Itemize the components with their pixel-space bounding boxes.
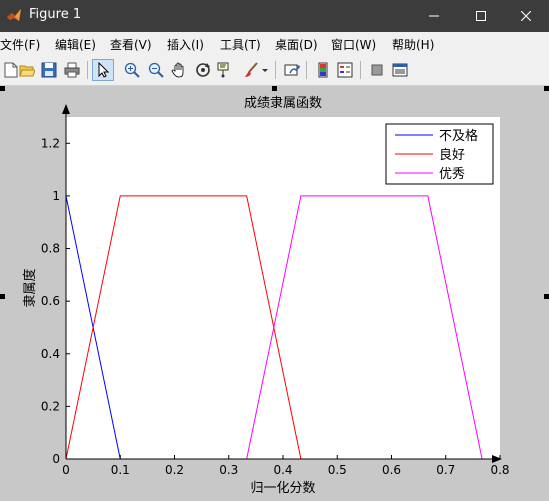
- pan-hand-icon: [171, 62, 184, 78]
- y-tick-label: 1.2: [41, 136, 60, 150]
- x-tick-label: 0.8: [490, 463, 509, 477]
- print-button[interactable]: [61, 59, 83, 81]
- close-icon: [521, 11, 531, 21]
- rotate-3d-icon: [196, 63, 210, 77]
- legend-icon: [337, 62, 353, 78]
- save-button[interactable]: [38, 59, 60, 81]
- link-plot-button[interactable]: [281, 59, 303, 81]
- show-plot-tools-button[interactable]: [389, 59, 411, 81]
- pan-button[interactable]: [168, 59, 190, 81]
- y-axis-label: 隶属度: [22, 268, 38, 307]
- legend-label: 不及格: [439, 128, 478, 144]
- menu-tools[interactable]: 工具(T): [220, 36, 261, 53]
- figure-canvas: 0 0.1 0.2 0.3 0.4 0.5 0.6 0.7 0.8 0 0.2 0.4 0.6 0.8 1 1…: [0, 86, 549, 501]
- print-icon: [64, 62, 80, 78]
- menu-window[interactable]: 窗口(W): [331, 36, 376, 53]
- close-button[interactable]: [503, 0, 549, 32]
- toolbar-separator: [306, 61, 307, 79]
- brush-icon: [245, 62, 258, 77]
- matlab-logo-icon: [7, 9, 21, 21]
- edit-plot-button[interactable]: [92, 59, 114, 81]
- zoom-in-icon: [124, 62, 140, 78]
- y-tick-label: 0.4: [41, 347, 60, 361]
- maximize-button[interactable]: [458, 0, 504, 32]
- menu-edit[interactable]: 编辑(E): [55, 36, 96, 53]
- chart-title: 成绩隶属函数: [244, 96, 322, 111]
- zoom-out-button[interactable]: [145, 59, 167, 81]
- y-tick-label: 0.6: [41, 294, 60, 308]
- link-plot-icon: [284, 64, 300, 76]
- minimize-icon: [429, 15, 439, 17]
- toolbar: [0, 56, 549, 86]
- rotate-3d-button[interactable]: [192, 59, 214, 81]
- show-plot-tools-icon: [392, 63, 408, 77]
- legend[interactable]: 不及格良好优秀: [385, 123, 494, 185]
- select-arrow-icon: [98, 62, 110, 78]
- x-tick-label: 0.5: [328, 463, 347, 477]
- hide-plot-tools-button[interactable]: [366, 59, 388, 81]
- data-cursor-icon: [217, 62, 229, 78]
- toolbar-separator: [360, 61, 361, 79]
- insert-colorbar-button[interactable]: [312, 59, 334, 81]
- menu-file[interactable]: 文件(F): [0, 36, 40, 53]
- open-folder-icon: [19, 65, 35, 77]
- zoom-out-icon: [148, 62, 164, 78]
- minimize-button[interactable]: [411, 0, 457, 32]
- menu-insert[interactable]: 插入(I): [167, 36, 204, 53]
- maximize-icon: [476, 11, 486, 21]
- y-tick-label: 0.2: [41, 399, 60, 413]
- colorbar-icon: [318, 62, 328, 78]
- chart: 0 0.1 0.2 0.3 0.4 0.5 0.6 0.7 0.8 0 0.2 0.4 0.6 0.8 1 1…: [22, 96, 510, 496]
- y-tick-label: 0.8: [41, 242, 60, 256]
- x-tick-label: 0.6: [382, 463, 401, 477]
- menu-help[interactable]: 帮助(H): [392, 36, 434, 53]
- x-axis-label: 归一化分数: [250, 481, 315, 496]
- hide-plot-tools-icon: [371, 64, 383, 76]
- title-bar: Figure 1: [0, 0, 549, 32]
- menu-view[interactable]: 查看(V): [110, 36, 152, 53]
- data-cursor-button[interactable]: [214, 59, 236, 81]
- menu-desktop[interactable]: 桌面(D): [275, 36, 318, 53]
- zoom-in-button[interactable]: [121, 59, 143, 81]
- brush-dropdown-button[interactable]: [259, 59, 271, 81]
- x-tick-label: 0.3: [219, 463, 238, 477]
- insert-legend-button[interactable]: [334, 59, 356, 81]
- chevron-down-icon: [262, 69, 268, 72]
- legend-label: 良好: [439, 147, 465, 163]
- y-tick-label: 0: [52, 452, 60, 466]
- x-tick-label: 0.4: [273, 463, 292, 477]
- toolbar-separator: [275, 61, 276, 79]
- save-icon: [41, 62, 57, 78]
- y-tick-label: 1: [52, 189, 60, 203]
- x-tick-label: 0.7: [436, 463, 455, 477]
- toolbar-separator: [87, 61, 88, 79]
- window-title: Figure 1: [29, 7, 82, 22]
- x-tick-label: 0.1: [111, 463, 130, 477]
- y-axis-arrow: [62, 104, 70, 114]
- x-tick-label: 0.2: [165, 463, 184, 477]
- legend-label: 优秀: [439, 167, 465, 182]
- x-tick-label: 0: [62, 463, 70, 477]
- menu-bar: 文件(F) 编辑(E) 查看(V) 插入(I) 工具(T) 桌面(D) 窗口(W…: [0, 32, 549, 56]
- open-file-button[interactable]: [16, 59, 38, 81]
